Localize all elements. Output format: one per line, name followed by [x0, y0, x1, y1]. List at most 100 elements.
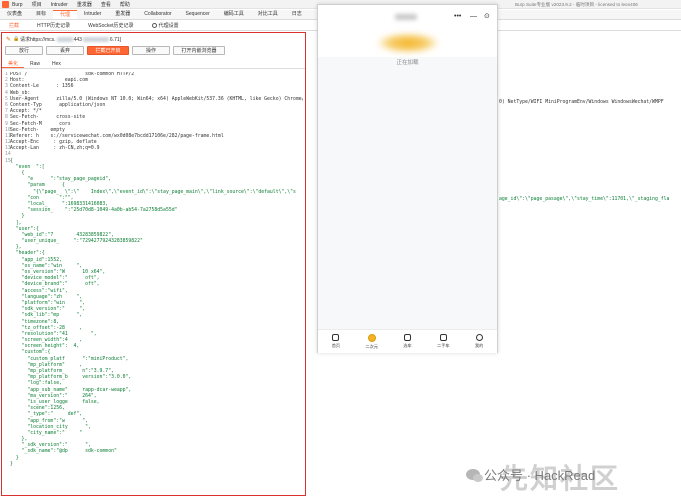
user-agent-overflow: 0) NetType/WIFI MiniProgramEnv/Windows W… [499, 100, 664, 105]
intercept-buttons: 放行 丢弃 拦截已开启 操作 打开内嵌浏览器 [5, 46, 228, 55]
line-text: Content-Typ application/json [10, 102, 106, 108]
mini-header [318, 31, 497, 57]
window-title: Burp Suite专业版 v2023.9.2 - 临时项目 - license… [515, 2, 638, 7]
request-port: 443 [73, 36, 82, 43]
menu-repeater[interactable]: 重发器 [77, 1, 92, 8]
subtab-websocket-history[interactable]: WebSocket历史记录 [79, 22, 142, 29]
drop-button[interactable]: 丢弃 [46, 46, 84, 55]
intercept-panel: ✎ 🔒 请求https://mcs. 443 6.71] 放行 丢弃 拦截已开启… [1, 32, 306, 496]
tab-repeater[interactable]: 重发器 [108, 10, 137, 19]
subtab-proxy-settings[interactable]: 代理设置 [143, 22, 188, 29]
line-text: User-Agent zilla/5.0 (Windows NT 10.0; W… [10, 96, 303, 102]
menu-burp[interactable]: Burp [12, 2, 23, 8]
tag-icon [439, 334, 447, 341]
mini-tab-profile[interactable]: 我的 [461, 330, 497, 353]
line-text: Web_sb: [10, 90, 31, 96]
line-text: "con ":"", [10, 195, 74, 201]
intercept-toggle-button[interactable]: 拦截已开启 [87, 46, 129, 55]
line-text: "device_brand":" oft", [10, 282, 100, 288]
tab-proxy[interactable]: 代理 [53, 10, 78, 19]
redacted-title [395, 14, 417, 20]
tab-comparer[interactable]: 对比工具 [251, 10, 285, 19]
request-editor[interactable]: 1 POST / sdk-common HTTP/2 2 Host: eapi.com… [5, 72, 303, 492]
tab-collaborator[interactable]: Collaborator [137, 10, 178, 19]
mascot-icon [367, 333, 376, 342]
mini-tab-label: 二手车 [437, 343, 450, 348]
line-text: Sec-Fetch-M cors [10, 121, 71, 127]
line-text: "header":{ [10, 251, 45, 257]
mini-tab-label: 选车 [403, 343, 412, 348]
line-text: "is_user_logge false, [10, 399, 100, 405]
tab-intruder[interactable]: Intruder [77, 10, 108, 19]
tab-target[interactable]: 目标 [29, 10, 53, 19]
line-text: "ma_version":" 264", [10, 393, 97, 399]
mini-tab-home[interactable]: 首页 [318, 330, 354, 353]
forward-button[interactable]: 放行 [5, 46, 43, 55]
menu-project[interactable]: 项目 [32, 1, 42, 8]
line-text: Sec-Fetch- empty [10, 127, 65, 133]
line-text: "local_ ":1698331416083, [10, 201, 109, 207]
line-text: "resolution":"41 ", [10, 331, 97, 337]
subtab-http-history[interactable]: HTTP历史记录 [28, 22, 79, 29]
line-text: "location_city ", [10, 424, 91, 430]
subtab-intercept[interactable]: 拦截 [0, 22, 28, 29]
mini-tab-anime[interactable]: 二次元 [354, 330, 390, 353]
line-text: "city_name":" " [10, 430, 83, 436]
line-text: "mp_platform_ n":"3.9.7", [10, 369, 114, 374]
line-text: { [10, 158, 13, 164]
line-text: "even ":[ [10, 164, 45, 170]
line-text: Content-Le : 1356 [10, 84, 74, 90]
line-text: Host: eapi.com [10, 78, 88, 84]
line-text: "user_unique_ ":"72942779243283859822" [10, 239, 143, 245]
watermark-text: 公众号 · HackRead [484, 467, 596, 483]
action-button[interactable]: 操作 [132, 46, 170, 55]
line-text: POST / sdk-common HTTP/2 [10, 72, 135, 77]
line-text: "_type":" def", [10, 412, 83, 418]
redacted-logo [378, 33, 438, 53]
close-circle-icon[interactable]: ⊙ [484, 13, 490, 20]
line-text: "_sdk_version":" ", [10, 443, 91, 449]
open-browser-button[interactable]: 打开内嵌浏览器 [173, 46, 225, 55]
lock-icon: 🔒 [13, 36, 20, 42]
mini-tab-select-car[interactable]: 选车 [390, 330, 426, 353]
tab-pretty[interactable]: 美化 [2, 60, 25, 68]
line-text: "screen_width":4 , [10, 338, 83, 344]
line-text: "device_model":" oft", [10, 276, 100, 282]
line-text: } [10, 455, 19, 461]
tab-decoder[interactable]: 编码工具 [217, 10, 251, 19]
pencil-icon: ✎ [6, 36, 12, 43]
more-icon[interactable]: ••• [454, 13, 461, 20]
line-text: "param { [10, 183, 65, 189]
line-text: } [10, 214, 25, 220]
line-text: "e ":"stay_page_pageid", [10, 177, 112, 183]
tab-logger[interactable]: 日志 [285, 10, 309, 19]
tab-dashboard[interactable]: 仪表盘 [0, 10, 29, 19]
line-text: "_sdk_name":"@dp sdk-common" [10, 449, 117, 455]
line-text: } [10, 461, 13, 467]
line-text: "app_id":1552, [10, 257, 62, 263]
line-text: "sdk_lib":"mp ", [10, 313, 83, 319]
proxy-settings-label: 代理设置 [158, 23, 179, 29]
line-text: Referer: h s://servicewechat.com/wx0d08e… [10, 133, 224, 139]
watermark: 公众号 · HackRead [466, 452, 595, 496]
user-icon [475, 334, 483, 341]
loading-status: 正在加载 [396, 60, 419, 66]
line-text: ], [10, 220, 22, 226]
request-info: ✎ 🔒 请求https://mcs. 443 6.71] [6, 36, 121, 44]
tab-sequencer[interactable]: Sequencer [179, 10, 217, 19]
minimize-icon[interactable]: — [470, 13, 477, 20]
tab-raw[interactable]: Raw [24, 60, 46, 68]
line-text: "scene":1256, [10, 406, 65, 412]
menu-intruder[interactable]: Intruder [51, 2, 68, 8]
line-text: Accept-Lan : zh-CN,zh;q=0.9 [10, 146, 100, 152]
mini-tab-used-car[interactable]: 二手车 [425, 330, 461, 353]
menu-view[interactable]: 查看 [101, 1, 111, 8]
menu-help[interactable]: 帮助 [120, 1, 130, 8]
mini-tab-label: 首页 [331, 343, 341, 348]
mini-title-bar: ••• — ⊙ [318, 5, 497, 31]
mini-tab-bar: 首页 二次元 选车 二手车 我的 [318, 329, 497, 353]
home-icon [332, 334, 340, 341]
line-text: "platform":"win ", [10, 300, 86, 306]
tab-hex[interactable]: Hex [46, 60, 67, 68]
menu-bar: Burp 项目 Intruder 重发器 查看 帮助 [12, 0, 139, 9]
